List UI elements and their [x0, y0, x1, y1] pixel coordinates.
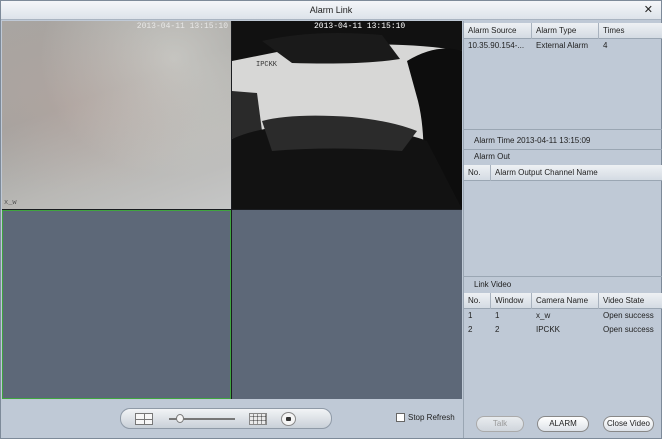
window-title: Alarm Link: [309, 5, 353, 15]
alarm-time: Alarm Time 2013-04-11 13:15:09: [464, 134, 662, 148]
video-state-cell: Open success: [603, 311, 654, 320]
title-bar: Alarm Link ✕: [1, 1, 661, 20]
video-grid: 2013-04-11 13:15:10 x_w 2013-04-11 13:15…: [2, 21, 462, 399]
table-row[interactable]: 2 2 IPCKK Open success: [464, 323, 662, 337]
camera-name-cell: x_w: [536, 311, 551, 320]
alarm-time-label: Alarm Time: [474, 136, 515, 145]
no-cell: 2: [468, 325, 473, 334]
alarm-type-cell: External Alarm: [536, 41, 589, 50]
divider: [464, 276, 662, 277]
column-no[interactable]: No.: [464, 165, 491, 181]
stop-refresh-toggle[interactable]: Stop Refresh: [396, 413, 455, 422]
column-alarm-output-channel[interactable]: Alarm Output Channel Name: [491, 165, 662, 181]
window-cell: 2: [495, 325, 500, 334]
divider: [464, 129, 662, 130]
link-video-title: Link Video: [474, 280, 512, 289]
alarm-out-title: Alarm Out: [474, 152, 511, 161]
video-window-1[interactable]: 2013-04-11 13:15:10 x_w: [2, 21, 231, 209]
close-video-button[interactable]: Close Video: [603, 416, 654, 432]
column-video-state[interactable]: Video State: [599, 293, 662, 309]
column-camera-name[interactable]: Camera Name: [532, 293, 599, 309]
alarm-table-header: Alarm Source Alarm Type Times: [464, 23, 662, 39]
alarm-link-window: Alarm Link ✕ 2013-04-11 13:15:10 x_w 201…: [0, 0, 662, 439]
alarm-button[interactable]: ALARM: [537, 416, 589, 432]
stop-refresh-checkbox[interactable]: [396, 413, 405, 422]
alarm-info-panel: Alarm Source Alarm Type Times 10.35.90.1…: [463, 21, 662, 438]
camera-name-cell: IPCKK: [536, 325, 561, 334]
talk-button[interactable]: Talk: [476, 416, 524, 432]
fullscreen-icon[interactable]: [281, 412, 296, 426]
table-row[interactable]: 10.35.90.154-... External Alarm 4: [464, 39, 662, 53]
alarm-out-table-header: No. Alarm Output Channel Name: [464, 165, 662, 181]
video-timestamp: 2013-04-11 13:15:10: [136, 22, 228, 31]
column-alarm-source[interactable]: Alarm Source: [464, 23, 532, 39]
video-controls: Stop Refresh: [2, 400, 462, 438]
link-video-table-header: No. Window Camera Name Video State: [464, 293, 662, 309]
car-interior-feed: [232, 21, 462, 209]
column-times[interactable]: Times: [599, 23, 662, 39]
playback-toolbar: [120, 408, 332, 429]
column-no[interactable]: No.: [464, 293, 491, 309]
close-icon[interactable]: ✕: [644, 1, 653, 20]
video-timestamp: 2013-04-11 13:15:10: [314, 22, 406, 31]
alarm-source-cell: 10.35.90.154-...: [468, 41, 525, 50]
multi-split-layout-icon[interactable]: [249, 413, 267, 425]
video-window-2[interactable]: 2013-04-11 13:15:10 IPCKK: [232, 21, 462, 209]
four-split-layout-icon[interactable]: [135, 413, 153, 425]
zoom-slider-thumb[interactable]: [176, 414, 184, 423]
column-alarm-type[interactable]: Alarm Type: [532, 23, 599, 39]
video-window-3[interactable]: [2, 210, 231, 399]
stop-refresh-label: Stop Refresh: [408, 413, 455, 422]
video-window-4[interactable]: [232, 210, 462, 399]
no-cell: 1: [468, 311, 473, 320]
video-channel-label: x_w: [4, 199, 17, 207]
times-cell: 4: [603, 41, 608, 50]
window-cell: 1: [495, 311, 500, 320]
video-state-cell: Open success: [603, 325, 654, 334]
table-row[interactable]: 1 1 x_w Open success: [464, 309, 662, 323]
alarm-time-value: 2013-04-11 13:15:09: [516, 136, 591, 145]
column-window[interactable]: Window: [491, 293, 532, 309]
video-channel-label: IPCKK: [256, 61, 278, 69]
